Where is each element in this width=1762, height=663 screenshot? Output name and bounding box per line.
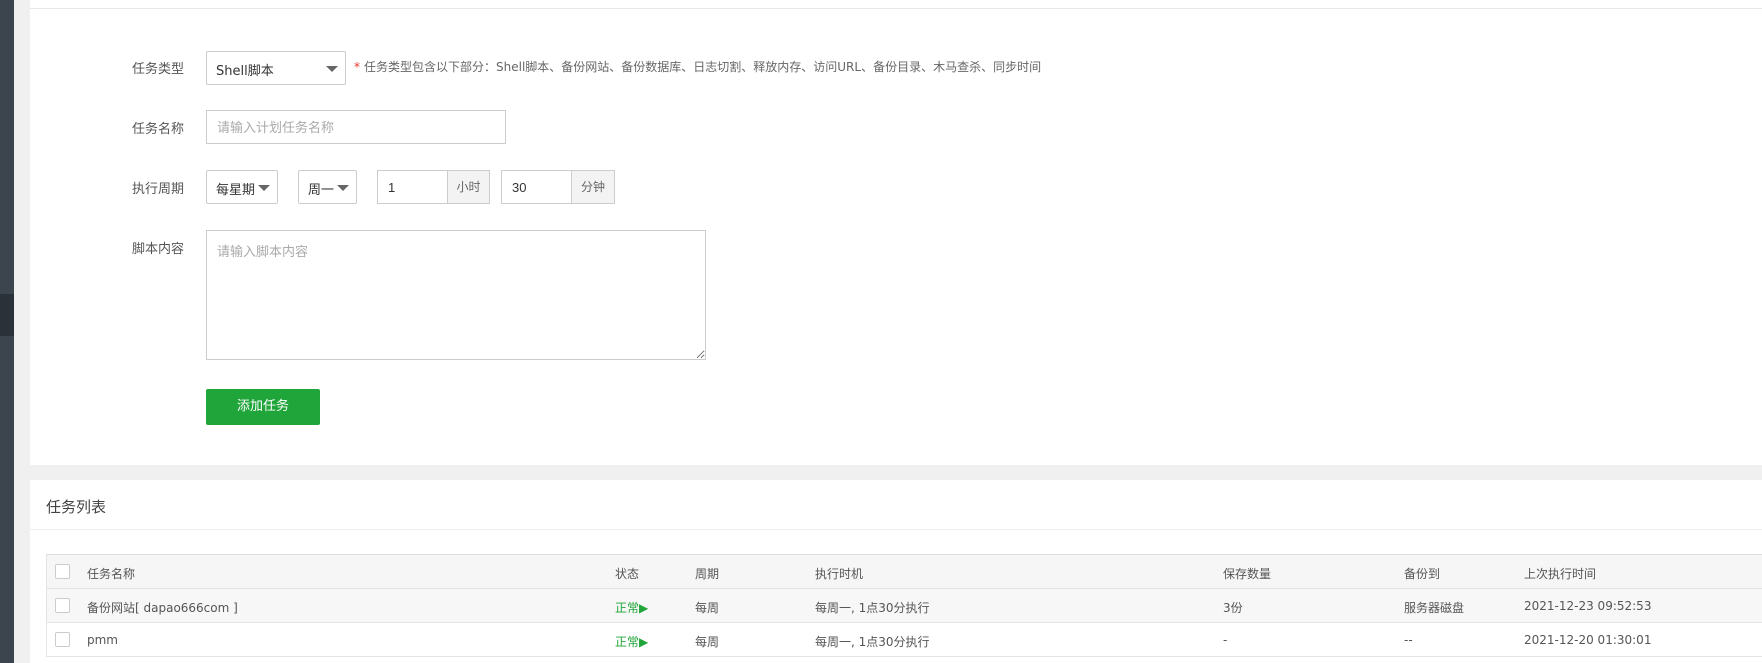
task-type-tip-text: 任务类型包含以下部分：Shell脚本、备份网站、备份数据库、日志切割、释放内存、… — [364, 60, 1042, 74]
col-timing[interactable]: 执行时机 — [815, 565, 863, 582]
minute-unit: 分钟 — [571, 170, 615, 204]
cycle-label: 执行周期 — [131, 182, 184, 197]
table-header: 任务名称 状态 周期 执行时机 保存数量 备份到 上次执行时间 — [46, 555, 1762, 589]
col-task-name[interactable]: 任务名称 — [87, 565, 135, 582]
add-task-panel: 任务类型 Shell脚本 * 任务类型包含以下部分：Shell脚本、备份网站、备份… — [30, 0, 1762, 465]
task-name[interactable]: pmm — [87, 633, 118, 647]
backup-to: 服务器磁盘 — [1404, 601, 1465, 615]
keep-count: 3份 — [1223, 601, 1243, 615]
task-type-label: 任务类型 — [131, 62, 184, 77]
weekday-select[interactable]: 周一 — [298, 170, 357, 204]
cycle-period-select[interactable]: 每星期 — [206, 170, 278, 204]
backup-to: -- — [1404, 633, 1413, 647]
divider — [30, 529, 1762, 530]
row-checkbox[interactable] — [55, 598, 70, 613]
script-label: 脚本内容 — [131, 242, 184, 257]
table-row[interactable]: pmm 正常▶ 每周 每周一, 1点30分执行 - -- 2021-12-20 … — [46, 623, 1762, 657]
task-name[interactable]: 备份网站[ dapao666com ] — [87, 599, 238, 616]
hour-unit: 小时 — [447, 170, 490, 204]
sidebar-edge — [0, 0, 14, 663]
status-badge[interactable]: 正常▶ — [615, 599, 648, 616]
sidebar-active-marker — [0, 294, 14, 336]
col-backup-to[interactable]: 备份到 — [1404, 565, 1440, 582]
timing: 每周一, 1点30分执行 — [815, 601, 930, 615]
chevron-down-icon — [326, 66, 338, 72]
weekday-value: 周一 — [308, 183, 335, 198]
table-row[interactable]: 备份网站[ dapao666com ] 正常▶ 每周 每周一, 1点30分执行 … — [46, 589, 1762, 623]
required-mark: * — [354, 60, 360, 74]
chevron-down-icon — [258, 185, 270, 191]
task-list-panel: 任务列表 任务名称 状态 周期 执行时机 保存数量 备份到 上次执行时间 备份网… — [30, 480, 1762, 663]
minute-input[interactable] — [501, 170, 572, 204]
task-table: 任务名称 状态 周期 执行时机 保存数量 备份到 上次执行时间 备份网站[ da… — [46, 554, 1762, 657]
cycle: 每周 — [695, 601, 720, 615]
col-cycle[interactable]: 周期 — [695, 565, 719, 582]
cycle-period-value: 每星期 — [216, 183, 256, 198]
col-status[interactable]: 状态 — [615, 565, 639, 582]
last-run: 2021-12-23 09:52:53 — [1524, 599, 1652, 613]
script-textarea[interactable] — [206, 230, 706, 360]
status-badge[interactable]: 正常▶ — [615, 633, 648, 650]
select-all-checkbox[interactable] — [55, 564, 70, 579]
divider — [30, 8, 1762, 9]
timing: 每周一, 1点30分执行 — [815, 635, 930, 649]
col-keep[interactable]: 保存数量 — [1223, 565, 1271, 582]
add-task-button[interactable]: 添加任务 — [206, 389, 320, 425]
last-run: 2021-12-20 01:30:01 — [1524, 633, 1652, 647]
hour-input[interactable] — [377, 170, 448, 204]
row-checkbox[interactable] — [55, 632, 70, 647]
panel-title: 任务列表 — [46, 498, 107, 516]
task-type-select[interactable]: Shell脚本 — [206, 51, 346, 85]
col-last-run[interactable]: 上次执行时间 — [1524, 565, 1596, 582]
keep-count: - — [1223, 633, 1228, 647]
chevron-down-icon — [337, 185, 349, 191]
task-type-value: Shell脚本 — [216, 64, 274, 79]
task-name-input[interactable] — [206, 110, 506, 144]
task-type-tip: * 任务类型包含以下部分：Shell脚本、备份网站、备份数据库、日志切割、释放内存… — [354, 58, 1041, 75]
cycle: 每周 — [695, 635, 720, 649]
task-name-label: 任务名称 — [131, 122, 184, 137]
